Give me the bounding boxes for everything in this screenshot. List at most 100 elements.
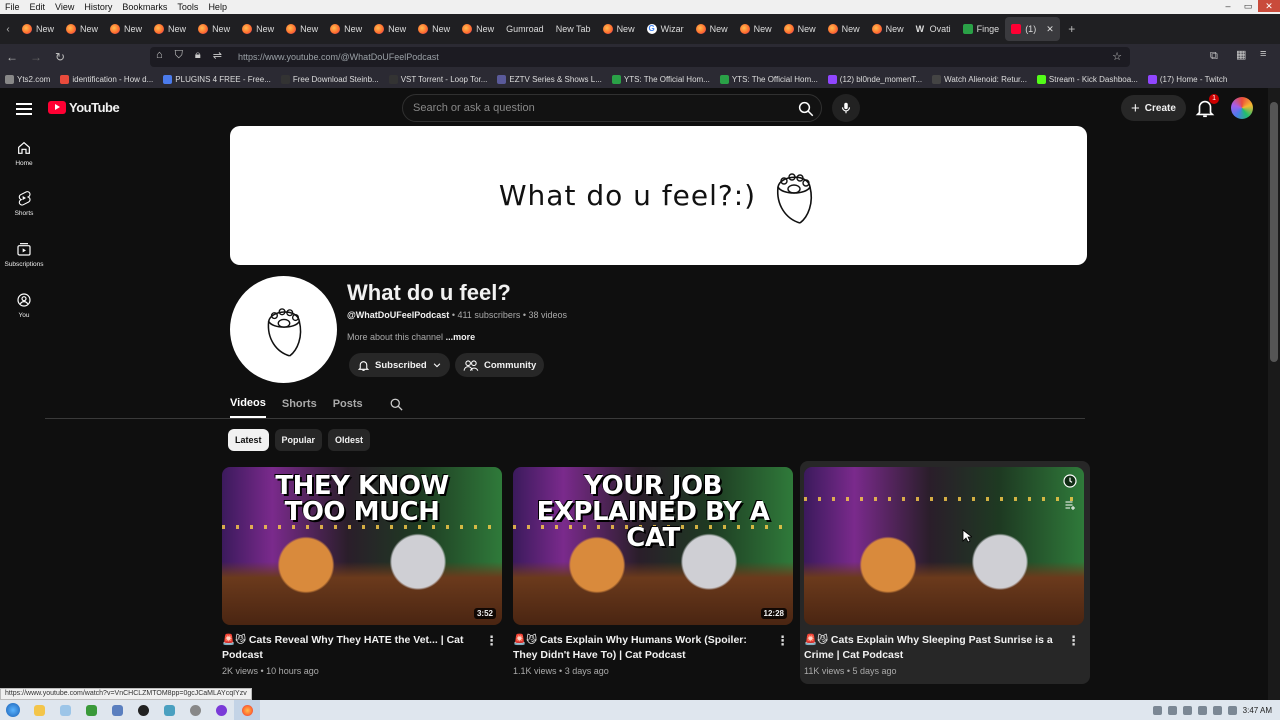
filter-popular[interactable]: Popular	[274, 429, 323, 451]
notifications-button[interactable]: 1	[1194, 94, 1219, 119]
addons-icon[interactable]: ▦	[1236, 48, 1246, 61]
search-icon[interactable]	[389, 397, 404, 412]
extensions-icon[interactable]: ⧉	[1210, 50, 1218, 63]
video-card[interactable]: THEY KNOW TOO MUCH 3:52 🚨😼 Cats Reveal W…	[222, 467, 504, 676]
bookmark-item[interactable]: EZTV Series & Shows L...	[492, 74, 606, 84]
browser-tab[interactable]: New	[778, 17, 822, 41]
browser-tab[interactable]: W Ovati	[910, 17, 957, 41]
sidebar-item-home[interactable]: Home	[0, 140, 48, 167]
bookmark-item[interactable]: YTS: The Official Hom...	[715, 74, 823, 84]
bookmark-item[interactable]: Watch Alienoid: Retur...	[927, 74, 1032, 84]
bookmark-item[interactable]: Stream - Kick Dashboa...	[1032, 74, 1143, 84]
taskbar-app[interactable]	[182, 700, 208, 720]
menu-bookmarks[interactable]: Bookmarks	[117, 2, 172, 12]
browser-tab[interactable]: New	[368, 17, 412, 41]
scrollbar-thumb[interactable]	[1270, 102, 1278, 362]
browser-tab[interactable]: New Tab	[550, 17, 597, 41]
browser-tab[interactable]: New	[16, 17, 60, 41]
sidebar-item-you[interactable]: You	[0, 292, 48, 319]
browser-tab[interactable]: Gumroad	[500, 17, 550, 41]
browser-tab[interactable]: New	[236, 17, 280, 41]
new-tab-button[interactable]: +	[1060, 22, 1084, 36]
taskbar-app[interactable]	[104, 700, 130, 720]
bookmark-item[interactable]: YTS: The Official Hom...	[607, 74, 715, 84]
start-button[interactable]	[0, 700, 26, 720]
search-input[interactable]	[403, 102, 773, 114]
bookmark-star-icon[interactable]: ☆	[1112, 50, 1122, 63]
more-actions-icon[interactable]: ⋮	[1067, 633, 1080, 648]
video-card[interactable]: YOUR JOB EXPLAINED BY A CAT 12:28 🚨😼 Cat…	[513, 467, 795, 676]
taskbar-app[interactable]	[156, 700, 182, 720]
more-link[interactable]: ...more	[446, 332, 476, 342]
community-button[interactable]: Community	[455, 353, 545, 377]
shield-icon[interactable]: ⛉	[175, 49, 183, 62]
back-button[interactable]: ←	[0, 50, 24, 64]
channel-about[interactable]: More about this channel ...more	[347, 332, 475, 342]
bookmark-item[interactable]: identification - How d...	[55, 74, 158, 84]
tab-shorts[interactable]: Shorts	[282, 395, 317, 417]
bookmark-item[interactable]: VST Torrent - Loop Tor...	[384, 74, 493, 84]
clock[interactable]: 3:47 AM	[1243, 706, 1272, 715]
subscribed-button[interactable]: Subscribed	[349, 353, 450, 377]
watch-later-icon[interactable]	[1062, 473, 1078, 489]
voice-search-button[interactable]	[832, 94, 860, 122]
browser-tab[interactable]: New	[104, 17, 148, 41]
browser-tab[interactable]: New	[60, 17, 104, 41]
browser-tab[interactable]: G Wizar	[641, 17, 690, 41]
taskbar-app[interactable]	[208, 700, 234, 720]
browser-tab[interactable]: New	[597, 17, 641, 41]
tray-icon[interactable]	[1197, 705, 1207, 715]
filter-oldest[interactable]: Oldest	[328, 429, 371, 451]
permissions-icon[interactable]: ⇌	[213, 49, 222, 62]
menu-file[interactable]: File	[0, 2, 25, 12]
url-text[interactable]: https://www.youtube.com/@WhatDoUFeelPodc…	[238, 52, 439, 62]
menu-edit[interactable]: Edit	[25, 2, 51, 12]
tray-icon[interactable]	[1152, 705, 1162, 715]
taskbar-app[interactable]	[52, 700, 78, 720]
browser-tab[interactable]: New	[866, 17, 910, 41]
bookmark-item[interactable]: (17) Home - Twitch	[1143, 74, 1232, 84]
more-actions-icon[interactable]: ⋮	[776, 633, 789, 648]
close-window-button[interactable]: ✕	[1258, 0, 1280, 12]
bookmark-item[interactable]: Free Download Steinb...	[276, 74, 384, 84]
browser-tab[interactable]: New	[280, 17, 324, 41]
account-avatar[interactable]	[1231, 97, 1253, 119]
menu-history[interactable]: History	[79, 2, 117, 12]
sidebar-item-shorts[interactable]: Shorts	[0, 190, 48, 217]
tab-scroll-left-button[interactable]: ‹	[0, 24, 16, 35]
menu-tools[interactable]: Tools	[172, 2, 203, 12]
browser-tab[interactable]: New	[324, 17, 368, 41]
guide-menu-icon[interactable]	[16, 100, 32, 118]
search-icon[interactable]	[797, 100, 815, 118]
browser-tab[interactable]: New	[690, 17, 734, 41]
menu-view[interactable]: View	[50, 2, 79, 12]
tab-videos[interactable]: Videos	[230, 394, 266, 418]
taskbar-app[interactable]	[78, 700, 104, 720]
browser-tab[interactable]: New	[456, 17, 500, 41]
browser-tab[interactable]: (1) ✕	[1005, 17, 1060, 41]
video-title[interactable]: 🚨😼 Cats Explain Why Sleeping Past Sunris…	[804, 633, 1086, 663]
sidebar-item-subscriptions[interactable]: Subscriptions	[0, 241, 48, 268]
volume-icon[interactable]	[1227, 705, 1237, 715]
browser-tab[interactable]: New	[412, 17, 456, 41]
taskbar-app[interactable]	[130, 700, 156, 720]
reload-button[interactable]: ↻	[48, 50, 72, 64]
home-icon[interactable]: ⌂	[156, 49, 163, 62]
bookmark-item[interactable]: (12) bl0nde_momenT...	[823, 74, 927, 84]
youtube-logo[interactable]: YouTube	[48, 100, 120, 115]
taskbar-app[interactable]	[26, 700, 52, 720]
browser-tab[interactable]: New	[734, 17, 778, 41]
minimize-button[interactable]: –	[1218, 0, 1238, 12]
bookmark-item[interactable]: Yts2.com	[0, 74, 55, 84]
video-title[interactable]: 🚨😼 Cats Reveal Why They HATE the Vet... …	[222, 633, 504, 663]
tray-icon[interactable]	[1167, 705, 1177, 715]
taskbar-app-firefox[interactable]	[234, 700, 260, 720]
browser-tab[interactable]: Finge	[957, 17, 1006, 41]
close-tab-icon[interactable]: ✕	[1046, 24, 1054, 35]
add-to-queue-icon[interactable]	[1064, 499, 1076, 511]
app-menu-icon[interactable]: ≡	[1260, 48, 1266, 60]
forward-button[interactable]: →	[24, 50, 48, 64]
video-thumbnail[interactable]: YOUR JOB EXPLAINED BY A CAT 12:28	[513, 467, 793, 625]
network-icon[interactable]	[1212, 705, 1222, 715]
video-title[interactable]: 🚨😼 Cats Explain Why Humans Work (Spoiler…	[513, 633, 795, 663]
